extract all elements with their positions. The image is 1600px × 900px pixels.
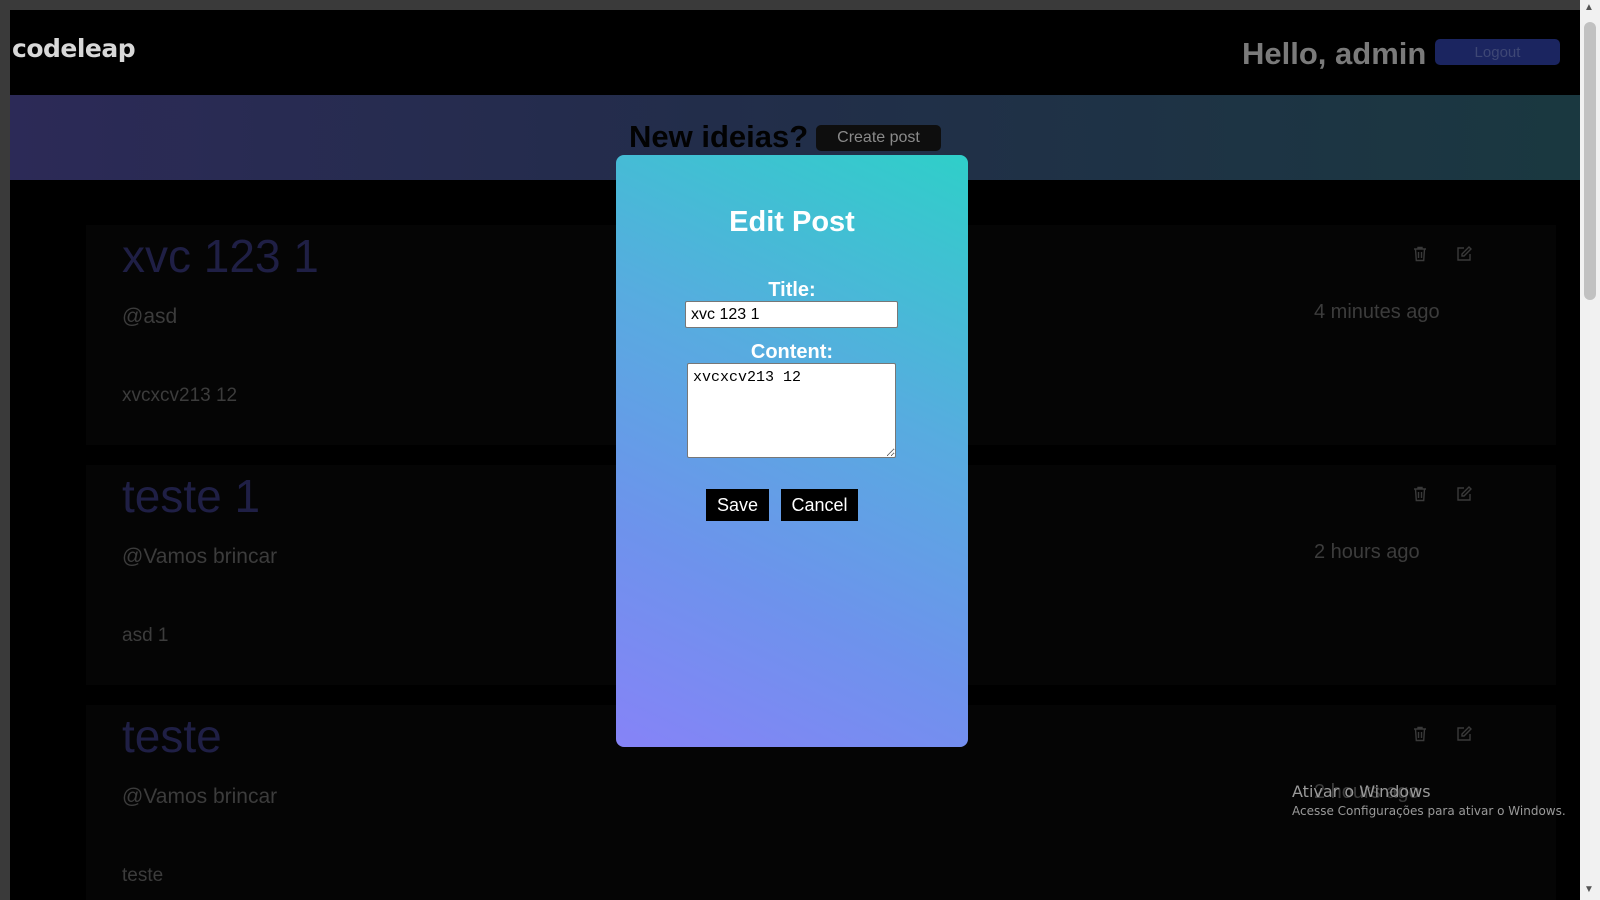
post-username: @Vamos brincar <box>122 785 278 808</box>
post-content: teste <box>122 865 164 886</box>
trash-icon[interactable] <box>1411 485 1429 503</box>
scroll-down-arrow-icon[interactable]: ▼ <box>1584 884 1594 895</box>
scrollbar-thumb[interactable] <box>1584 22 1596 300</box>
cancel-button[interactable]: Cancel <box>781 489 858 521</box>
windows-activation-subtitle: Acesse Configurações para ativar o Windo… <box>1292 804 1566 818</box>
edit-icon[interactable] <box>1455 725 1473 743</box>
modal-title: Edit Post <box>729 206 855 238</box>
edit-post-modal: Edit Post Title: Content: xvcxcv213 12 S… <box>616 155 968 747</box>
greeting: Hello, admin <box>1242 36 1427 71</box>
app-viewport: codeleap Hello, admin Logout New ideias?… <box>10 10 1580 900</box>
trash-icon[interactable] <box>1411 725 1429 743</box>
scroll-up-arrow-icon[interactable]: ▲ <box>1584 2 1594 13</box>
content-label: Content: <box>750 341 834 363</box>
content-textarea[interactable]: xvcxcv213 12 <box>687 363 896 458</box>
trash-icon[interactable] <box>1411 245 1429 263</box>
post-title: xvc 123 1 <box>122 230 319 282</box>
create-post-button[interactable]: Create post <box>816 125 941 151</box>
vertical-scrollbar[interactable]: ▲ ▼ <box>1580 0 1600 900</box>
header: codeleap Hello, admin Logout <box>10 10 1580 95</box>
post-title: teste 1 <box>122 470 261 522</box>
windows-activation-title: Ativar o Windows <box>1292 782 1431 801</box>
post-content: xvcxcv213 12 <box>122 385 238 406</box>
edit-icon[interactable] <box>1455 485 1473 503</box>
title-label: Title: <box>768 279 816 301</box>
post-username: @Vamos brincar <box>122 545 278 568</box>
logout-button[interactable]: Logout <box>1435 39 1560 65</box>
post-time: 2 hours ago <box>1314 541 1420 563</box>
post-title: teste <box>122 710 222 762</box>
edit-icon[interactable] <box>1455 245 1473 263</box>
post-username: @asd <box>122 305 178 328</box>
post-content: asd 1 <box>122 625 169 646</box>
post-time: 4 minutes ago <box>1314 301 1440 323</box>
logo: codeleap <box>12 34 136 63</box>
title-input[interactable] <box>685 301 898 328</box>
banner-title: New ideias? <box>629 119 809 154</box>
save-button[interactable]: Save <box>706 489 769 521</box>
